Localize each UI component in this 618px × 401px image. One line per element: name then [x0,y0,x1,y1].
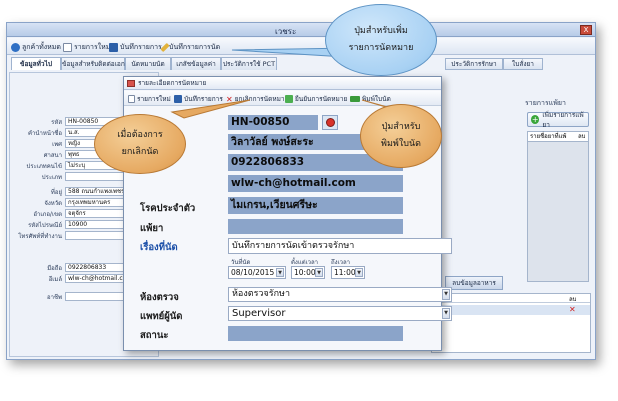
add-appointment-callout: ปุ่มสำหรับเพิ่มรายการนัดหมาย [325,4,437,76]
callout-tails [170,47,411,119]
cancel-appointment-callout: เมื่อต้องการยกเลิกนัด [94,114,186,174]
print-appointment-callout: ปุ่มสำหรับพิมพ์ใบนัด [360,104,442,168]
cancel-callout-tail [170,99,251,119]
